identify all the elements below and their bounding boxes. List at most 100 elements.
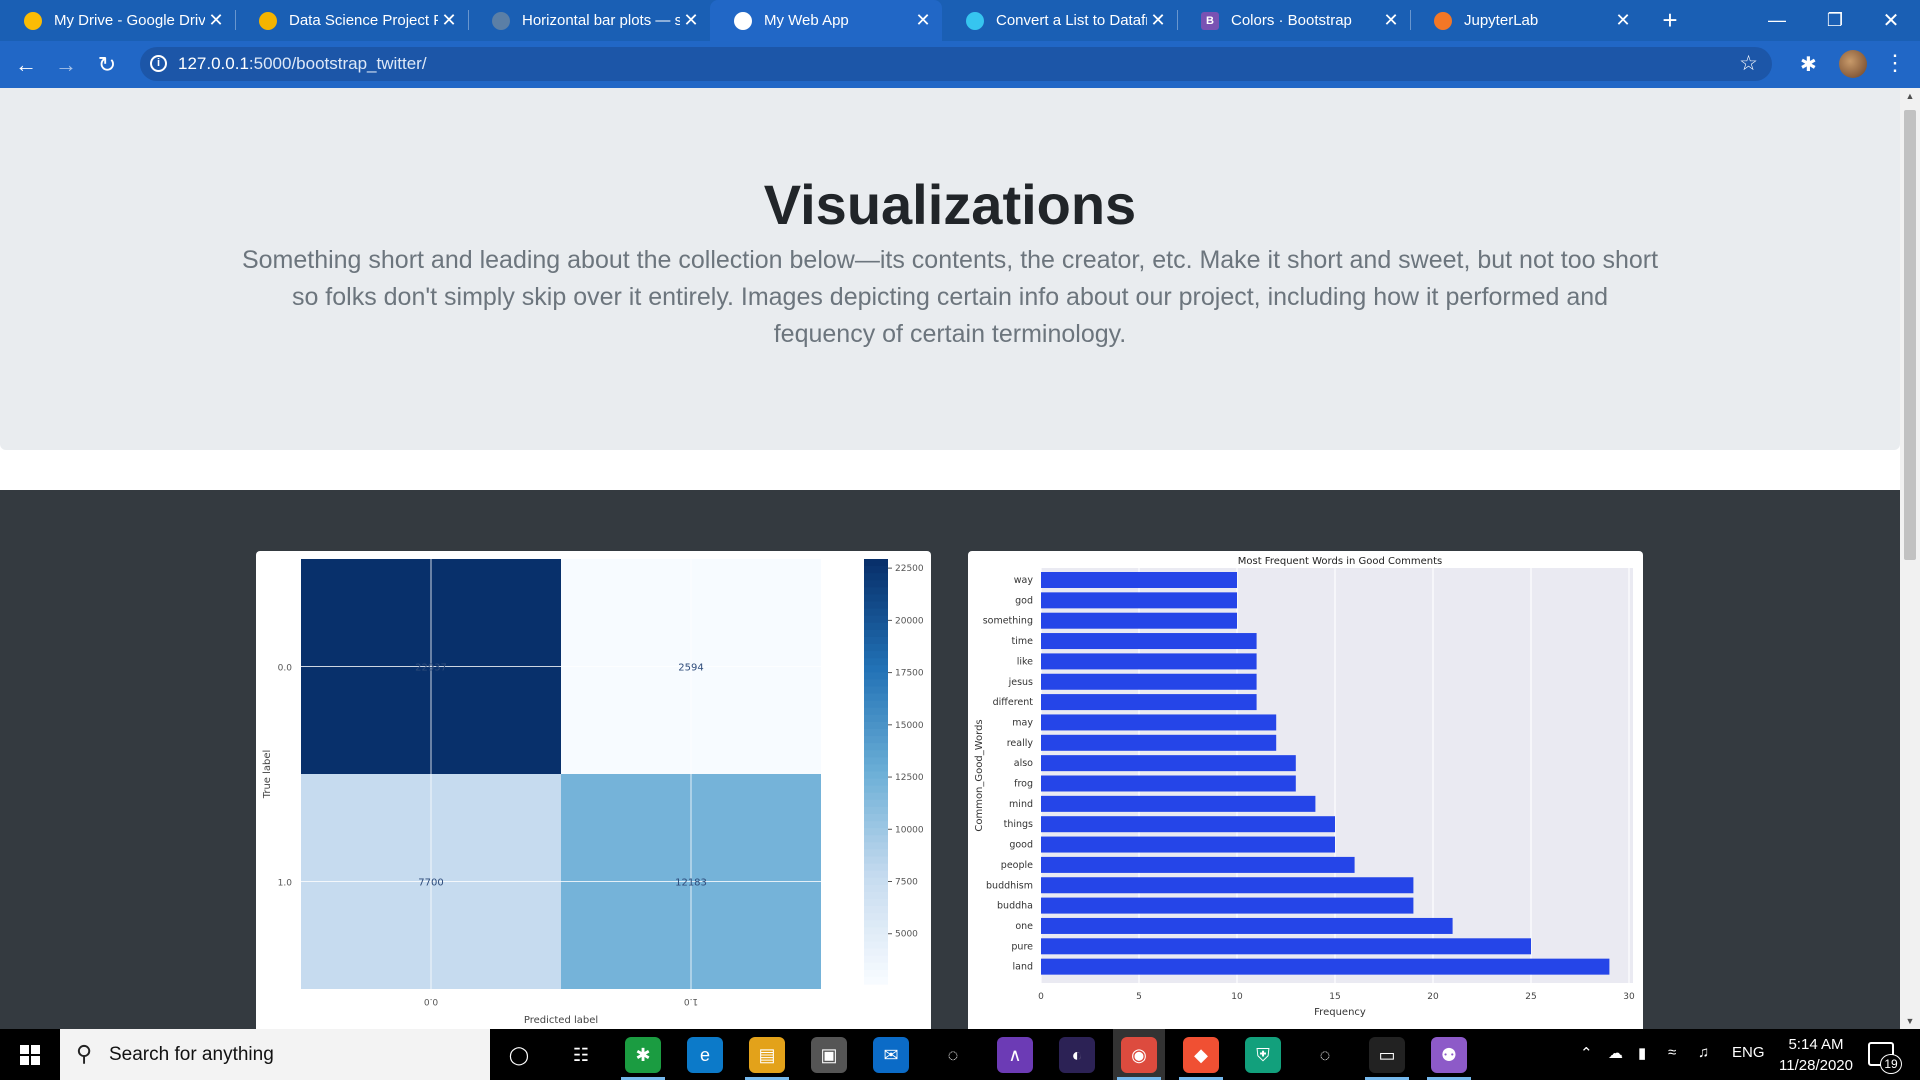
address-bar[interactable]: i 127.0.0.1:5000/bootstrap_twitter/ ☆ bbox=[140, 47, 1772, 81]
colorbar-segment bbox=[864, 806, 888, 815]
tab-close-icon[interactable]: ✕ bbox=[680, 10, 702, 32]
x-tick-label: 15 bbox=[1329, 992, 1340, 1002]
site-info-icon[interactable]: i bbox=[150, 55, 167, 72]
file-explorer-icon[interactable]: ▤ bbox=[749, 1037, 785, 1073]
back-button[interactable]: ← bbox=[10, 49, 42, 81]
colorbar-tick-label: 15000 bbox=[895, 721, 924, 731]
scroll-down-arrow-icon[interactable]: ▼ bbox=[1900, 1013, 1920, 1029]
browser-tab[interactable]: My Web App ✕ bbox=[710, 0, 942, 41]
tab-close-icon[interactable]: ✕ bbox=[1380, 10, 1402, 32]
forward-button[interactable]: → bbox=[50, 49, 82, 81]
colorbar-segment bbox=[864, 559, 888, 567]
tab-separator bbox=[1177, 10, 1178, 30]
colorbar-segment bbox=[864, 913, 888, 921]
system-clock[interactable]: 5:14 AM 11/28/2020 bbox=[1766, 1034, 1866, 1076]
bar bbox=[1041, 592, 1237, 609]
y-tick-label: really bbox=[1007, 738, 1034, 749]
tab-close-icon[interactable]: ✕ bbox=[1147, 10, 1169, 32]
y-tick-label: may bbox=[1012, 717, 1033, 728]
colorbar-segment bbox=[864, 672, 888, 681]
y-tick-label: mind bbox=[1009, 799, 1033, 810]
colorbar-segment bbox=[864, 799, 888, 808]
bar bbox=[1041, 612, 1237, 629]
colorbar-segment bbox=[864, 580, 888, 588]
tray-overflow-icon[interactable]: ⌃ bbox=[1580, 1044, 1593, 1062]
task-view-icon[interactable]: ☷ bbox=[563, 1037, 599, 1073]
colorbar-tick-label: 17500 bbox=[895, 669, 924, 679]
git-icon[interactable]: ◆ bbox=[1183, 1037, 1219, 1073]
y-tick-label: jesus bbox=[1008, 677, 1033, 688]
page-scrollbar[interactable]: ▲ ▼ bbox=[1900, 88, 1920, 1029]
url-text[interactable]: 127.0.0.1:5000/bootstrap_twitter/ bbox=[178, 54, 427, 74]
colorbar-segment bbox=[864, 884, 888, 893]
jumbotron: Visualizations Something short and leadi… bbox=[0, 88, 1900, 450]
profile-avatar[interactable] bbox=[1839, 50, 1867, 78]
onedrive-icon[interactable]: ☁ bbox=[1608, 1044, 1623, 1062]
colorbar-segment bbox=[864, 835, 888, 843]
browser-tab-strip: My Drive - Google Drive ✕ Data Science Pro… bbox=[0, 0, 1920, 41]
refresh-app-icon[interactable]: ◌ bbox=[1307, 1037, 1343, 1073]
url-path: :5000/bootstrap_twitter/ bbox=[248, 54, 427, 73]
reload-button[interactable]: ↻ bbox=[91, 49, 123, 81]
minimize-button[interactable]: — bbox=[1748, 0, 1806, 41]
volume-icon[interactable]: ♫ bbox=[1698, 1044, 1709, 1061]
tab-separator bbox=[468, 10, 469, 30]
eclipse-icon[interactable]: ◐ bbox=[1059, 1037, 1095, 1073]
extensions-icon[interactable]: ✱ bbox=[1800, 52, 1817, 77]
browser-tab[interactable]: B Colors · Bootstrap ✕ bbox=[1177, 0, 1410, 41]
bar bbox=[1041, 917, 1453, 934]
browser-tab[interactable]: My Drive - Google Drive ✕ bbox=[0, 0, 235, 41]
datacamp-icon bbox=[966, 11, 984, 30]
taskbar-search[interactable]: ⚲ Search for anything bbox=[60, 1029, 490, 1080]
seaborn-icon bbox=[492, 11, 510, 30]
scroll-up-arrow-icon[interactable]: ▲ bbox=[1900, 88, 1920, 104]
browser-tab[interactable]: JupyterLab ✕ bbox=[1410, 0, 1642, 41]
start-button[interactable] bbox=[0, 1029, 60, 1080]
store-icon[interactable]: ▣ bbox=[811, 1037, 847, 1073]
colorbar-segment bbox=[864, 750, 888, 758]
tab-title: Horizontal bar plots — seaborn bbox=[522, 12, 680, 29]
x-tick-label: 10 bbox=[1231, 992, 1243, 1002]
bar bbox=[1041, 775, 1296, 792]
bar bbox=[1041, 755, 1296, 772]
restore-button[interactable]: ❐ bbox=[1806, 0, 1864, 41]
close-window-button[interactable]: ✕ bbox=[1862, 0, 1920, 41]
cortana-icon[interactable]: ◯ bbox=[501, 1037, 537, 1073]
new-tab-button[interactable]: + bbox=[1656, 7, 1684, 35]
colorbar-segment bbox=[864, 927, 888, 936]
tab-close-icon[interactable]: ✕ bbox=[1612, 10, 1634, 32]
colorbar-segment bbox=[864, 849, 888, 858]
visual-studio-icon[interactable]: ∧ bbox=[997, 1037, 1033, 1073]
x-tick-label: 20 bbox=[1427, 992, 1439, 1002]
terminal-icon[interactable]: ▭ bbox=[1369, 1037, 1405, 1073]
browser-tab[interactable]: Horizontal bar plots — seaborn✕ bbox=[468, 0, 710, 41]
language-indicator[interactable]: ENG bbox=[1732, 1044, 1765, 1061]
colorbar-segment bbox=[864, 686, 888, 695]
browser-menu-icon[interactable]: ⋮ bbox=[1884, 50, 1906, 76]
tab-close-icon[interactable]: ✕ bbox=[205, 10, 227, 32]
chrome-icon[interactable]: ◉ bbox=[1121, 1037, 1157, 1073]
tab-title: JupyterLab bbox=[1464, 12, 1539, 29]
browser-tab[interactable]: Convert a List to Dataframe✕ bbox=[942, 0, 1177, 41]
colorbar-segment bbox=[864, 615, 888, 624]
tab-close-icon[interactable]: ✕ bbox=[438, 10, 460, 32]
github-desktop-icon[interactable]: ⚉ bbox=[1431, 1037, 1467, 1073]
colorbar-segment bbox=[864, 828, 888, 836]
scroll-thumb[interactable] bbox=[1904, 110, 1916, 560]
search-icon: ⚲ bbox=[76, 1041, 93, 1066]
security-app-icon[interactable]: ⛨ bbox=[1245, 1037, 1281, 1073]
jupyter-icon bbox=[1434, 11, 1452, 30]
mail-icon[interactable]: ✉ bbox=[873, 1037, 909, 1073]
x-tick-label: 1.0 bbox=[684, 996, 699, 1006]
sync-app-icon[interactable]: ◌ bbox=[935, 1037, 971, 1073]
battery-icon[interactable]: ▮ bbox=[1638, 1044, 1646, 1062]
gitkraken-icon[interactable]: ✱ bbox=[625, 1037, 661, 1073]
wifi-icon[interactable]: ≈ bbox=[1668, 1044, 1676, 1061]
frequent-words-card: 0 5 10 15 20 25 30 way god something time like jesus… bbox=[968, 551, 1643, 1029]
browser-tab[interactable]: Data Science Project Pitch✕ bbox=[235, 0, 468, 41]
bookmark-star-icon[interactable]: ☆ bbox=[1739, 51, 1758, 76]
edge-icon[interactable]: e bbox=[687, 1037, 723, 1073]
tab-close-icon[interactable]: ✕ bbox=[912, 10, 934, 32]
colorbar-segment bbox=[864, 743, 888, 751]
colorbar-tick-label: 7500 bbox=[895, 878, 918, 888]
